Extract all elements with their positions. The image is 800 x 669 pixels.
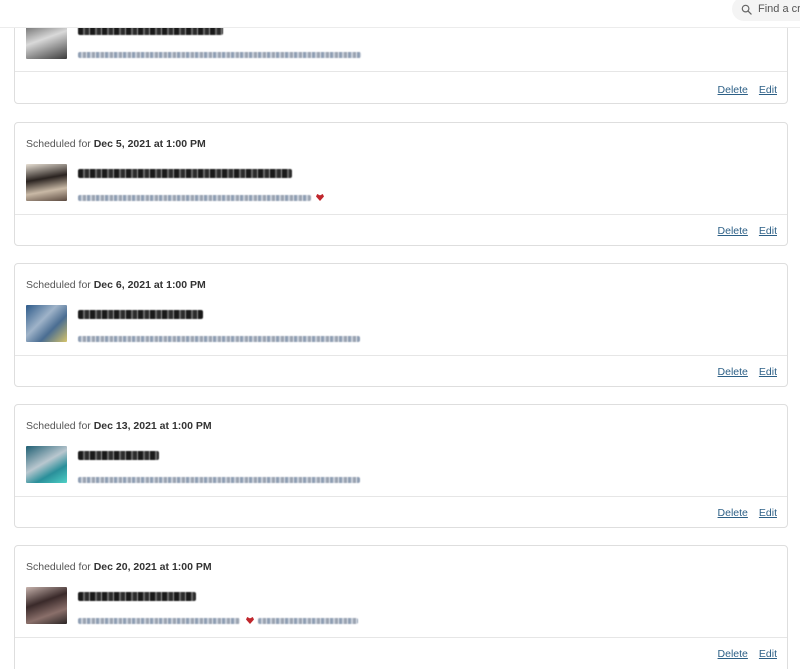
post-title-redacted [78,592,196,601]
edit-button[interactable]: Edit [759,225,777,237]
scheduled-date: Dec 20, 2021 at 1:00 PM [93,561,212,573]
edit-button[interactable]: Edit [759,366,777,378]
post-thumbnail[interactable] [26,305,67,342]
post-title-redacted [78,310,203,319]
post-actions: Delete Edit [707,366,777,378]
top-bar [0,0,800,28]
post-title-redacted [78,451,159,460]
scheduled-time: Scheduled for Dec 13, 2021 at 1:00 PM [26,420,212,432]
post-actions: Delete Edit [707,225,777,237]
card-divider [15,496,787,497]
post-description-redacted [78,618,240,624]
scheduled-date: Dec 13, 2021 at 1:00 PM [93,420,212,432]
search-icon [741,4,752,15]
post-title-redacted [78,169,292,178]
post-thumbnail[interactable] [26,164,67,201]
search-input[interactable] [758,3,800,15]
scheduled-post-card: Scheduled for Dec 5, 2021 at 1:00 PM Del… [14,122,788,246]
delete-button[interactable]: Delete [718,507,748,519]
scheduled-post-card: Scheduled for Dec 6, 2021 at 1:00 PM Del… [14,263,788,387]
scheduled-date: Dec 6, 2021 at 1:00 PM [93,279,206,291]
edit-button[interactable]: Edit [759,84,777,96]
post-description-redacted [78,477,360,483]
card-divider [15,637,787,638]
edit-button[interactable]: Edit [759,507,777,519]
heart-emoji-icon [316,194,324,201]
scheduled-post-card: Scheduled for Dec 13, 2021 at 1:00 PM De… [14,404,788,528]
post-actions: Delete Edit [707,84,777,96]
post-description-redacted [78,336,360,342]
scheduled-time: Scheduled for Dec 20, 2021 at 1:00 PM [26,561,212,573]
post-description-redacted [258,618,358,624]
post-description-redacted [78,52,361,58]
post-thumbnail[interactable] [26,446,67,483]
post-description-redacted [78,195,311,201]
heart-emoji-icon [246,617,254,624]
search-box[interactable] [732,0,800,21]
card-divider [15,355,787,356]
scheduled-post-card: Scheduled for Dec 20, 2021 at 1:00 PM De… [14,545,788,669]
post-thumbnail[interactable] [26,587,67,624]
delete-button[interactable]: Delete [718,648,748,660]
delete-button[interactable]: Delete [718,84,748,96]
scheduled-time: Scheduled for Dec 5, 2021 at 1:00 PM [26,138,206,150]
scheduled-time: Scheduled for Dec 6, 2021 at 1:00 PM [26,279,206,291]
delete-button[interactable]: Delete [718,366,748,378]
card-divider [15,214,787,215]
edit-button[interactable]: Edit [759,648,777,660]
card-divider [15,71,787,72]
post-actions: Delete Edit [707,648,777,660]
delete-button[interactable]: Delete [718,225,748,237]
scheduled-date: Dec 5, 2021 at 1:00 PM [93,138,206,150]
post-actions: Delete Edit [707,507,777,519]
